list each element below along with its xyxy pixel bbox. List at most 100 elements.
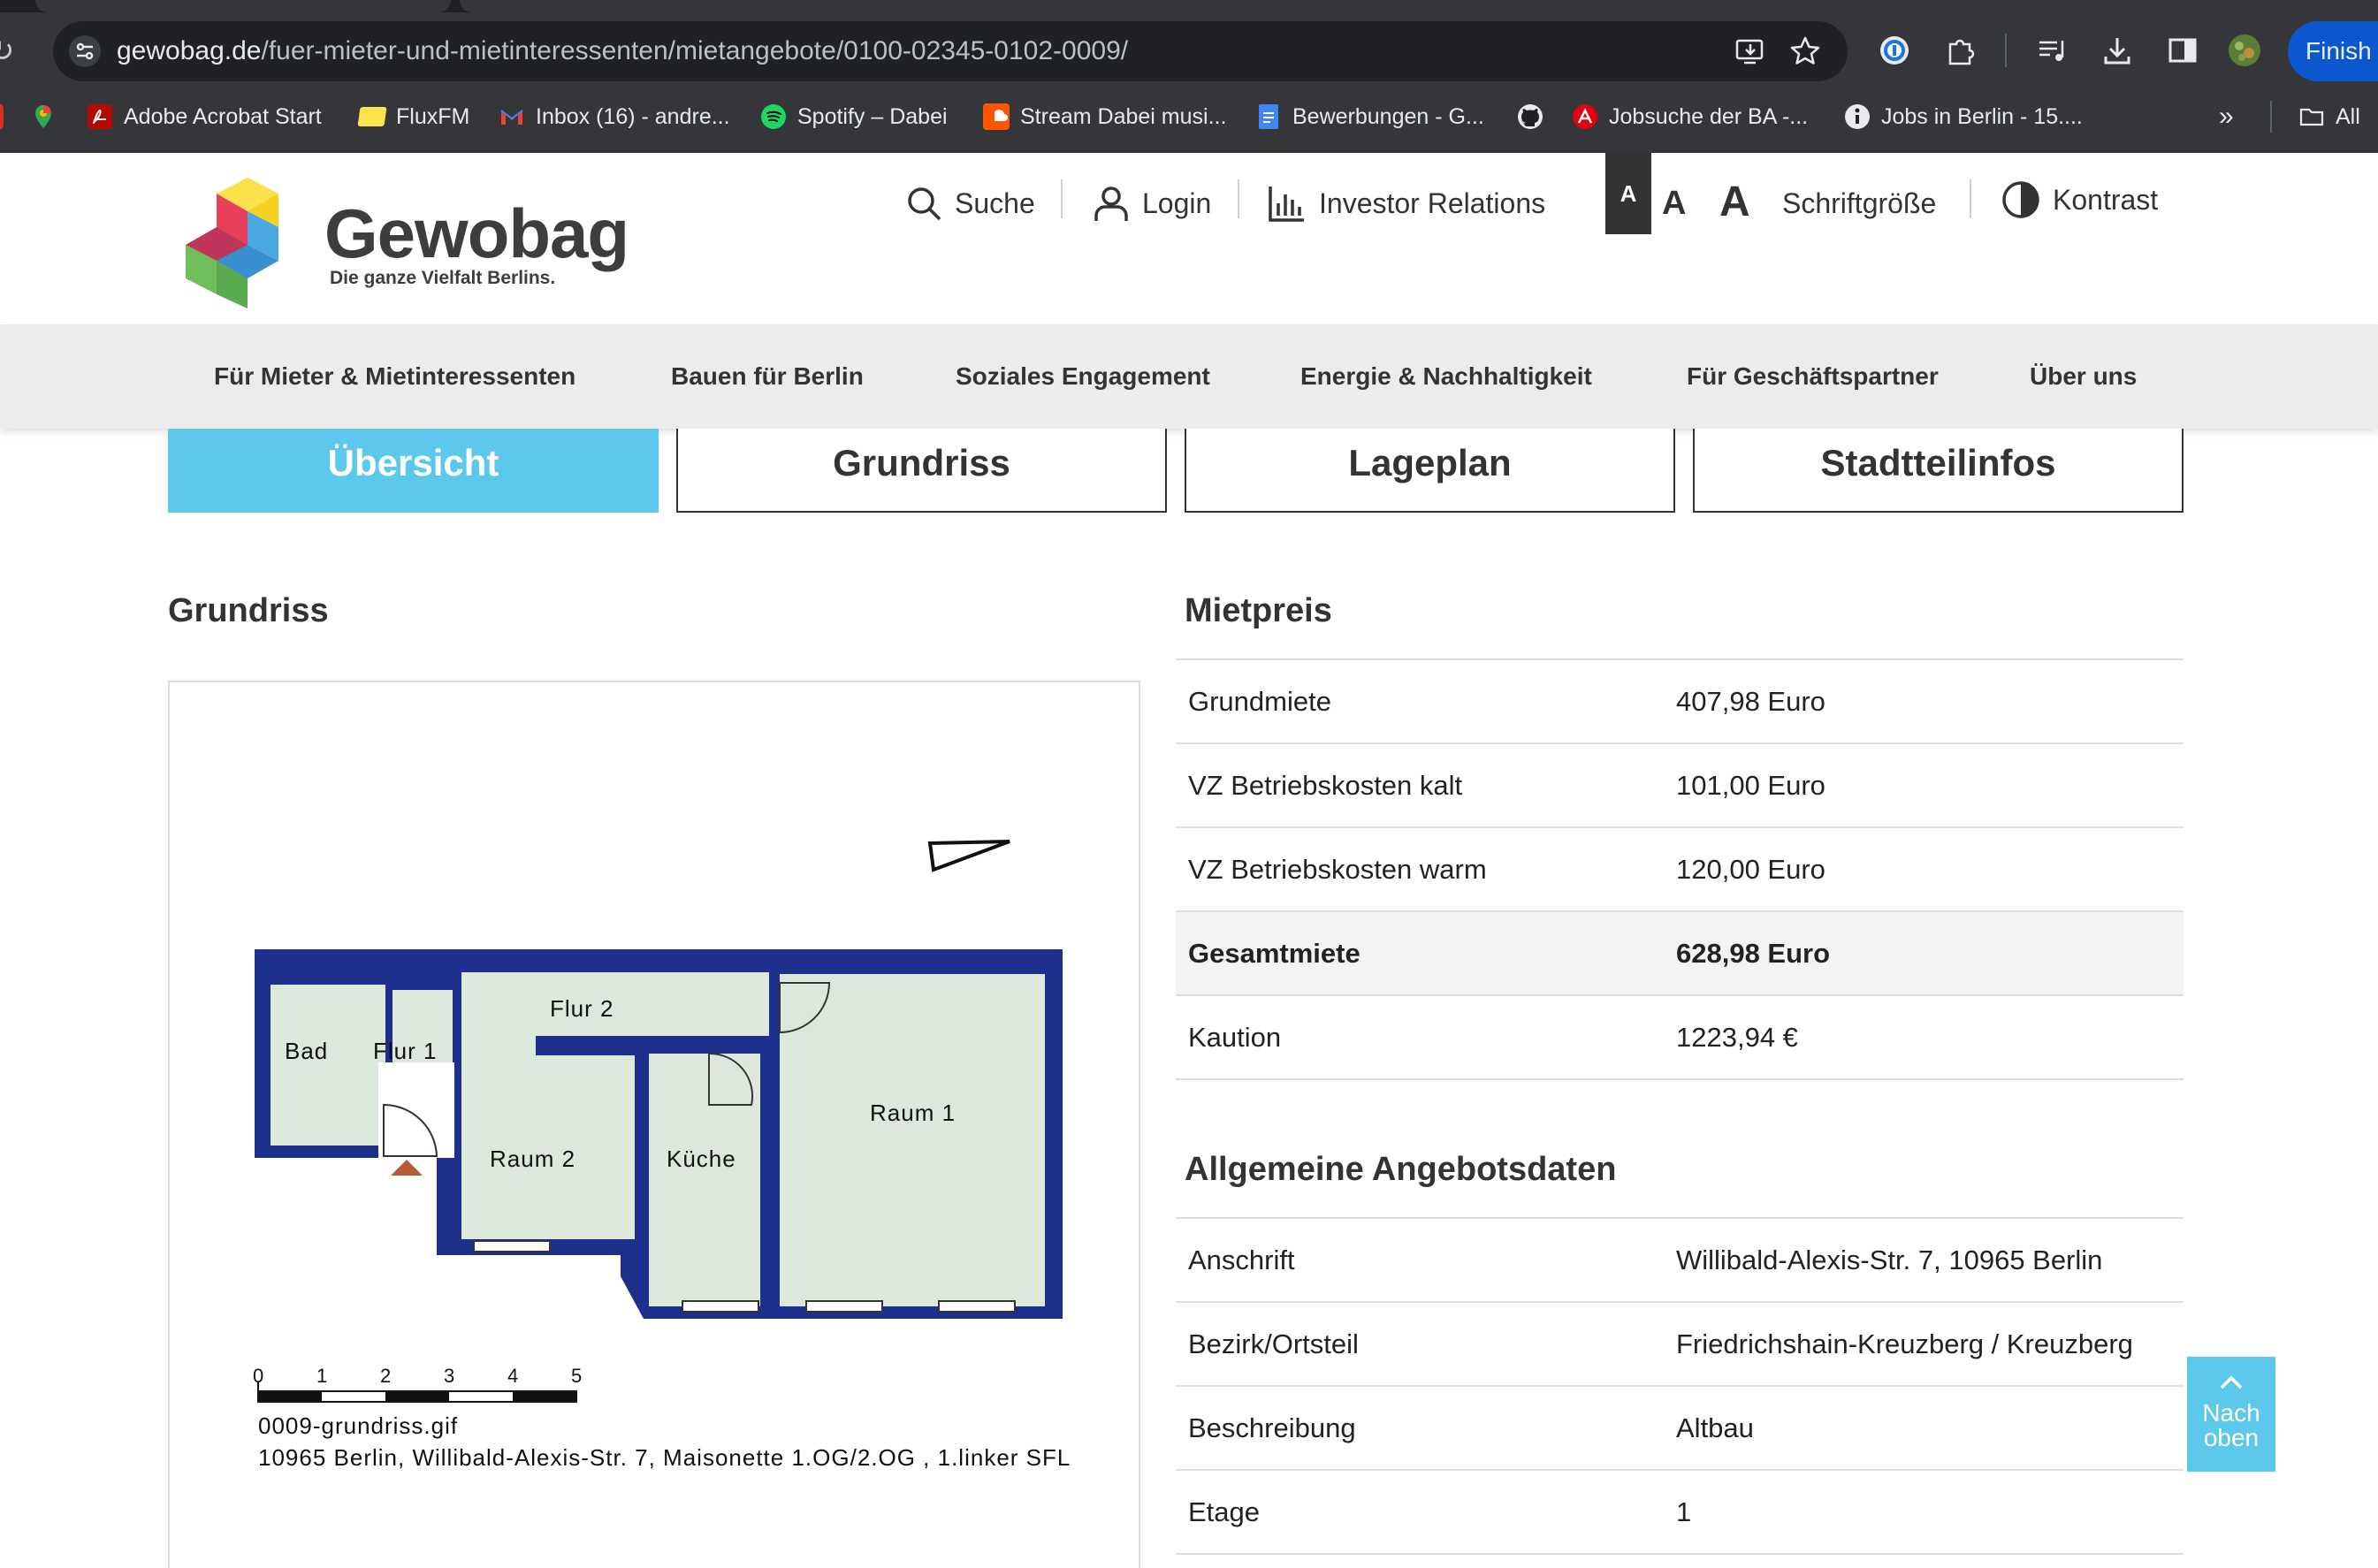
room-raum-1 xyxy=(780,974,1045,1306)
room-label: Flur 2 xyxy=(550,995,614,1022)
font-size-large-button[interactable]: A xyxy=(1719,169,1750,231)
bookmark-docs[interactable]: Bewerbungen - G... xyxy=(1255,95,1484,138)
room-label: Bad xyxy=(285,1038,329,1064)
reload-icon[interactable]: ↻ xyxy=(0,34,19,69)
nav-ueber-uns[interactable]: Über uns xyxy=(2030,324,2137,429)
media-control-icon[interactable] xyxy=(2035,34,2069,67)
bookmark-soundcloud[interactable]: Stream Dabei musi... xyxy=(983,95,1226,138)
bookmark-star-icon[interactable] xyxy=(1789,35,1821,67)
row-value: 120,00 Euro xyxy=(1676,853,1825,885)
extensions-icon[interactable] xyxy=(1943,34,1977,67)
install-app-icon[interactable] xyxy=(1734,35,1766,67)
floorplan-image[interactable]: Bad Flur 1 Flur 2 Raum 2 Küche Raum 1 0 … xyxy=(168,681,1140,1568)
room-label: Flur 1 xyxy=(373,1038,438,1064)
room-label: Raum 2 xyxy=(490,1146,576,1172)
login-link[interactable]: Login xyxy=(1093,172,1211,234)
address-bar[interactable]: gewobag.de/fuer-mieter-und-mietinteresse… xyxy=(53,21,1848,81)
font-size-small-button[interactable]: A xyxy=(1605,153,1651,234)
room-label: Küche xyxy=(667,1146,736,1172)
row-value: 628,98 Euro xyxy=(1676,937,1831,969)
nav-geschaeftspartner[interactable]: Für Geschäftspartner xyxy=(1687,324,1939,429)
side-panel-icon[interactable] xyxy=(2166,34,2199,67)
room-bad xyxy=(271,985,385,1146)
password-manager-icon[interactable] xyxy=(1878,34,1911,67)
row-key: Grundmiete xyxy=(1188,685,1331,717)
mietpreis-heading: Mietpreis xyxy=(1185,592,1332,629)
table-row: Beschreibung Altbau xyxy=(1176,1387,2184,1471)
font-size-text: Schriftgröße xyxy=(1782,186,1937,219)
investor-relations-label: Investor Relations xyxy=(1319,186,1546,219)
bookmark-label: FluxFM xyxy=(396,103,470,129)
contrast-toggle[interactable]: Kontrast xyxy=(2001,169,2158,231)
back-to-top-line2: oben xyxy=(2203,1424,2260,1451)
bookmark-gmail[interactable]: Inbox (16) - andre... xyxy=(499,95,730,138)
contrast-label: Kontrast xyxy=(2053,183,2159,216)
scale-number: 3 xyxy=(444,1365,455,1387)
font-size-label: Schriftgröße xyxy=(1782,172,1936,234)
github-icon xyxy=(1518,104,1543,129)
bookmarks-bar: Adobe Acrobat Start FluxFM Inbox (16) - … xyxy=(0,95,2378,138)
tab-uebersicht[interactable]: Übersicht xyxy=(168,429,659,513)
investor-relations-link[interactable]: Investor Relations xyxy=(1268,172,1545,234)
bookmark-item[interactable] xyxy=(0,95,4,138)
row-value: Altbau xyxy=(1676,1412,1754,1443)
nav-energie[interactable]: Energie & Nachhaltigkeit xyxy=(1300,324,1592,429)
bookmark-fluxfm[interactable]: FluxFM xyxy=(357,95,470,138)
bookmark-maps[interactable] xyxy=(30,95,57,138)
tab-grundriss[interactable]: Grundriss xyxy=(676,429,1167,513)
tab-active[interactable] xyxy=(460,0,2378,12)
row-key: VZ Betriebskosten kalt xyxy=(1188,769,1463,801)
download-icon[interactable] xyxy=(2100,34,2134,67)
row-value: 1 xyxy=(1676,1496,1692,1527)
bookmarks-separator xyxy=(2270,101,2272,133)
floorplan-heading: Grundriss xyxy=(168,592,329,629)
bookmark-label: Stream Dabei musi... xyxy=(1020,103,1227,129)
bookmark-label: Spotify – Dabei xyxy=(797,103,948,129)
nav-bauen[interactable]: Bauen für Berlin xyxy=(671,324,864,429)
search-label: Suche xyxy=(955,186,1035,219)
bookmark-label: Inbox (16) - andre... xyxy=(536,103,730,129)
tab-lageplan[interactable]: Lageplan xyxy=(1185,429,1675,513)
room-label: Raum 1 xyxy=(870,1100,957,1126)
brand-name[interactable]: Gewobag xyxy=(324,194,629,274)
row-key: Bezirk/Ortsteil xyxy=(1188,1328,1359,1359)
bookmark-spotify[interactable]: Spotify – Dabei xyxy=(760,95,948,138)
angebot-heading: Allgemeine Angebotsdaten xyxy=(1185,1151,1617,1188)
row-value: Friedrichshain-Kreuzberg / Kreuzberg xyxy=(1676,1328,2133,1359)
angebot-table: Anschrift Willibald-Alexis-Str. 7, 10965 … xyxy=(1176,1217,2184,1555)
nav-mieter[interactable]: Für Mieter & Mietinteressenten xyxy=(214,324,575,429)
bookmark-jobs-berlin[interactable]: Jobs in Berlin - 15.... xyxy=(1844,95,2083,138)
back-to-top-button[interactable]: Nach oben xyxy=(2187,1357,2275,1472)
url-path: /fuer-mieter-und-mietinteressenten/mieta… xyxy=(261,36,1129,65)
user-icon xyxy=(1094,186,1128,221)
row-key: Etage xyxy=(1188,1496,1261,1527)
table-row-total: Gesamtmiete 628,98 Euro xyxy=(1176,912,2184,996)
scale-number: 2 xyxy=(380,1365,392,1387)
contrast-icon xyxy=(2002,181,2039,218)
tab-stadtteilinfos[interactable]: Stadtteilinfos xyxy=(1693,429,2184,513)
info-icon xyxy=(1845,104,1870,129)
bookmark-acrobat[interactable]: Adobe Acrobat Start xyxy=(87,95,322,138)
url-text[interactable]: gewobag.de/fuer-mieter-und-mietinteresse… xyxy=(117,21,1128,81)
search-icon xyxy=(908,187,941,221)
ba-icon xyxy=(1573,104,1597,129)
toolbar-separator xyxy=(2005,34,2007,67)
search-link[interactable]: Suche xyxy=(905,172,1035,234)
nav-soziales[interactable]: Soziales Engagement xyxy=(956,324,1210,429)
bookmark-github[interactable] xyxy=(1517,95,1543,138)
soundcloud-icon xyxy=(983,103,1010,130)
gewobag-logo-icon[interactable] xyxy=(186,176,309,308)
url-host: gewobag.de xyxy=(117,36,262,65)
profile-avatar-icon[interactable] xyxy=(2228,34,2261,67)
gmail-icon xyxy=(500,110,523,125)
tab-inactive[interactable] xyxy=(35,0,451,12)
finish-update-button[interactable]: Finish u xyxy=(2288,21,2378,81)
table-row: Etage 1 xyxy=(1176,1471,2184,1555)
site-info-icon[interactable] xyxy=(69,35,101,67)
bookmark-ba-jobsuche[interactable]: Jobsuche der BA -... xyxy=(1572,95,1808,138)
tab-strip xyxy=(0,0,2378,12)
font-size-medium-button[interactable]: A xyxy=(1662,172,1686,234)
bookmark-label: Jobs in Berlin - 15.... xyxy=(1881,103,2083,129)
all-bookmarks-folder[interactable]: All xyxy=(2298,95,2360,138)
bookmarks-overflow-chevron-icon[interactable]: » xyxy=(2219,95,2234,138)
